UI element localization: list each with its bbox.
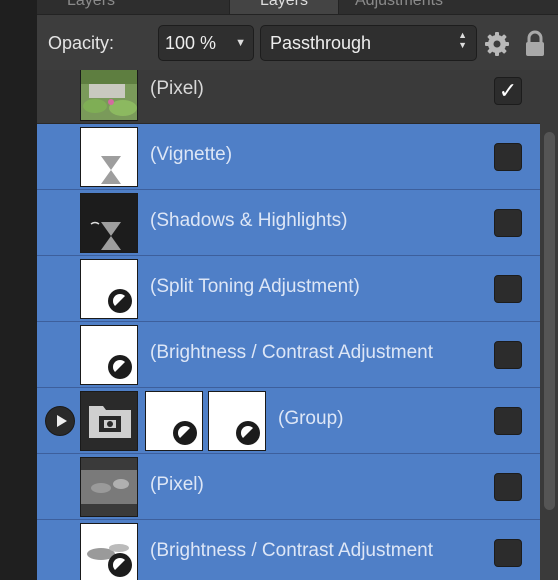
visibility-checkbox[interactable] (494, 473, 522, 501)
layer-thumbnail (80, 457, 138, 517)
layer-name: (Pixel) (150, 474, 204, 495)
group-child-thumbnail (208, 391, 266, 451)
tab-layers-left[interactable]: Layers (67, 0, 217, 14)
visibility-checkbox[interactable]: ✓ (494, 77, 522, 105)
group-child-thumbnail (145, 391, 203, 451)
blend-mode-dropdown[interactable]: Passthrough ▲ ▼ (260, 25, 477, 61)
layer-row[interactable]: (Pixel) (37, 454, 540, 520)
hourglass-icon (101, 222, 121, 250)
opacity-value: 100 % (165, 33, 217, 53)
layer-row[interactable]: (Shadows & Highlights) (37, 190, 540, 256)
expand-arrow-icon[interactable] (45, 406, 75, 436)
opacity-toolbar: Opacity: 100 % ▼ Passthrough ▲ ▼ (37, 15, 558, 70)
blend-mode-value: Passthrough (270, 33, 372, 53)
adjustment-icon (108, 355, 132, 379)
layer-name: (Vignette) (150, 144, 233, 165)
visibility-checkbox[interactable] (494, 209, 522, 237)
adjustment-icon (108, 289, 132, 313)
tab-layers[interactable]: Layers (229, 0, 339, 14)
adjustment-icon (236, 421, 260, 445)
chevron-down-icon: ▼ (235, 37, 246, 49)
layer-thumbnail (80, 523, 138, 580)
layer-name: (Pixel) (150, 78, 204, 99)
layer-list: (Pixel) ✓ (Vignette) (Shadows & Highligh… (37, 70, 540, 580)
layer-name: (Shadows & Highlights) (150, 210, 348, 231)
up-down-arrows-icon: ▲ ▼ (458, 30, 467, 50)
scrollbar-thumb[interactable] (544, 132, 555, 510)
visibility-checkbox[interactable] (494, 407, 522, 435)
layer-name: (Split Toning Adjustment) (150, 276, 360, 297)
layer-name: (Group) (278, 408, 344, 429)
left-edge (0, 0, 37, 580)
layer-row[interactable]: (Group) (37, 388, 540, 454)
visibility-checkbox[interactable] (494, 143, 522, 171)
panel-tabs: Layers Layers Adjustments (37, 0, 558, 15)
layer-row[interactable]: (Pixel) ✓ (37, 70, 540, 124)
gear-icon[interactable] (484, 31, 510, 57)
opacity-label: Opacity: (48, 33, 115, 53)
layer-row[interactable]: (Brightness / Contrast Adjustment (37, 322, 540, 388)
layer-name: (Brightness / Contrast Adjustment (150, 342, 434, 363)
tab-adjustments[interactable]: Adjustments (355, 0, 525, 14)
layer-thumbnail (80, 127, 138, 187)
layer-thumbnail (80, 70, 138, 121)
layers-panel: Layers Layers Adjustments Opacity: 100 %… (37, 0, 558, 580)
layer-thumbnail (80, 391, 138, 451)
layer-row[interactable]: (Brightness / Contrast Adjustment (37, 520, 540, 580)
lock-icon[interactable] (523, 30, 547, 58)
layer-thumbnail (80, 325, 138, 385)
layers-scrollbar[interactable] (540, 70, 558, 580)
visibility-checkbox[interactable] (494, 275, 522, 303)
layer-thumbnail (80, 193, 138, 253)
layer-thumbnail (80, 259, 138, 319)
visibility-checkbox[interactable] (494, 341, 522, 369)
adjustment-icon (108, 553, 132, 577)
visibility-checkbox[interactable] (494, 539, 522, 567)
layer-row[interactable]: (Split Toning Adjustment) (37, 256, 540, 322)
hourglass-icon (101, 156, 121, 184)
adjustment-icon (173, 421, 197, 445)
layer-row[interactable]: (Vignette) (37, 124, 540, 190)
group-folder-icon (81, 392, 137, 450)
layer-name: (Brightness / Contrast Adjustment (150, 540, 434, 561)
opacity-dropdown[interactable]: 100 % ▼ (158, 25, 254, 61)
